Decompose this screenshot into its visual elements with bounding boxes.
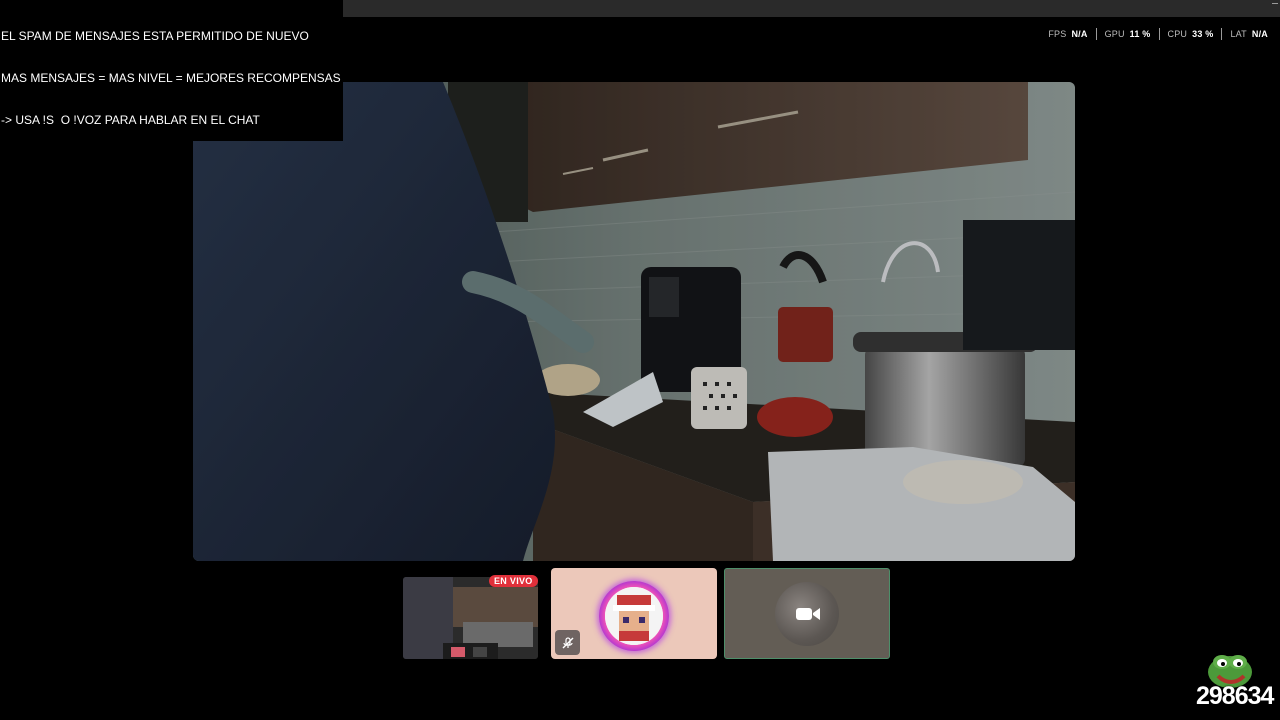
- speaking-ring: [599, 581, 669, 651]
- stat-lat-value: N/A: [1251, 29, 1268, 39]
- overlay-line-1: EL SPAM DE MENSAJES ESTA PERMITIDO DE NU…: [1, 29, 309, 43]
- live-badge: EN VIVO: [489, 575, 538, 587]
- stat-cpu-label: CPU: [1167, 29, 1188, 39]
- camera-placeholder: [775, 582, 839, 646]
- stat-fps-value: N/A: [1071, 29, 1088, 39]
- camera-off-tile[interactable]: [724, 568, 890, 659]
- live-stream-thumbnail[interactable]: [403, 577, 538, 659]
- performance-stats: FPS N/A GPU 11 % CPU 33 % LAT N/A: [1040, 28, 1276, 40]
- stat-cpu: CPU 33 %: [1160, 29, 1222, 39]
- stat-fps: FPS N/A: [1040, 29, 1095, 39]
- mic-muted-icon[interactable]: [555, 630, 580, 655]
- stat-fps-label: FPS: [1048, 29, 1067, 39]
- viewer-count: 298634: [1196, 682, 1274, 710]
- overlay-line-3: -> USA !S O !VOZ PARA HABLAR EN EL CHAT: [1, 113, 260, 127]
- participant-avatar-tile[interactable]: [551, 568, 717, 659]
- stat-gpu-label: GPU: [1104, 29, 1125, 39]
- overlay-line-2: MAS MENSAJES = MAS NIVEL = MEJORES RECOM…: [1, 71, 341, 85]
- stat-lat: LAT N/A: [1222, 29, 1276, 39]
- stat-cpu-value: 33 %: [1192, 29, 1214, 39]
- stat-lat-label: LAT: [1230, 29, 1247, 39]
- minimize-icon[interactable]: [1272, 3, 1278, 4]
- stat-gpu-value: 11 %: [1129, 29, 1151, 39]
- main-video-feed[interactable]: [193, 82, 1075, 561]
- avatar: [605, 587, 663, 645]
- chat-rules-overlay: EL SPAM DE MENSAJES ESTA PERMITIDO DE NU…: [0, 0, 343, 141]
- video-camera-icon: [796, 608, 820, 620]
- stat-gpu: GPU 11 %: [1097, 29, 1159, 39]
- participants-strip: EN VIVO: [0, 568, 1280, 660]
